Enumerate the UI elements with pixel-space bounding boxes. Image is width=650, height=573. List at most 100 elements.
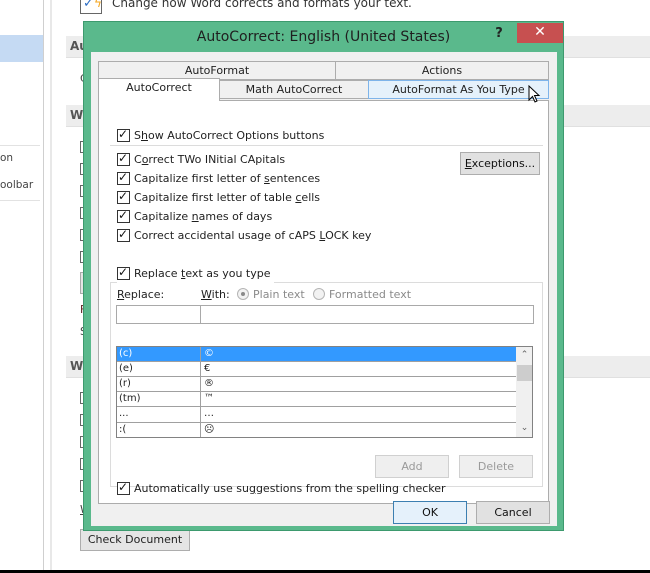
correct-two-initial-capitals-checkbox[interactable]: ✓ Correct TWo INitial CApitals: [117, 151, 286, 169]
check-icon: ✓: [118, 265, 129, 279]
caps-lock-checkbox[interactable]: ✓ Correct accidental usage of cAPS LOCK k…: [117, 227, 372, 245]
label: E: [464, 157, 472, 170]
radio-dot: [241, 292, 245, 296]
capitalize-table-cells-checkbox[interactable]: ✓ Capitalize first letter of table cells: [117, 189, 321, 207]
checkbox[interactable]: ✓: [117, 208, 130, 223]
column-divider: [200, 362, 201, 377]
spelling-suggestions-checkbox[interactable]: ✓ Automatically use suggestions from the …: [117, 480, 446, 498]
checkbox[interactable]: ✓: [117, 127, 130, 142]
sidebar-item-selected[interactable]: [0, 35, 43, 62]
scroll-up-icon[interactable]: ⌃: [516, 348, 532, 363]
mouse-cursor-icon: [528, 85, 541, 103]
help-button[interactable]: ?: [489, 25, 509, 45]
tab-actions[interactable]: Actions: [335, 61, 549, 80]
delete-button[interactable]: Delete: [459, 455, 533, 478]
entry-replace: (tm): [119, 393, 141, 404]
list-item[interactable]: (tm) ™: [117, 392, 516, 407]
checkbox[interactable]: ✓: [117, 227, 130, 242]
check-icon: ✓: [118, 227, 129, 241]
label: ow AutoCorrect Options buttons: [147, 129, 325, 142]
dialog-body: AutoFormat Actions AutoCorrect Math Auto…: [91, 52, 557, 526]
label: ith:: [211, 288, 230, 301]
checkbox[interactable]: ✓: [117, 170, 130, 185]
label: Plain text: [253, 288, 305, 301]
tab-autocorrect[interactable]: AutoCorrect: [98, 78, 220, 101]
label: Automatically use su: [134, 482, 249, 495]
column-divider: [200, 407, 201, 422]
entry-replace: (c): [119, 348, 133, 359]
formatted-text-radio[interactable]: Formatted text: [313, 288, 411, 301]
tab-autoformat-as-you-type[interactable]: AutoFormat As You Type: [368, 80, 549, 99]
label: C: [134, 153, 142, 166]
label: S: [134, 129, 141, 142]
check-document-button[interactable]: Check Document: [80, 529, 190, 551]
radio-button[interactable]: [237, 288, 249, 300]
with-label: With:: [201, 288, 230, 301]
list-item[interactable]: :(☹: [117, 423, 516, 437]
label: entences: [269, 172, 321, 185]
options-sidebar: on oolbar: [0, 0, 44, 570]
tab-label: Math AutoCorrect: [245, 83, 343, 96]
exceptions-button[interactable]: Exceptions...: [460, 152, 540, 175]
label: gestions from the spelling checker: [255, 482, 446, 495]
tab-label: AutoFormat As You Type: [392, 83, 525, 96]
label: OCK key: [325, 229, 372, 242]
autocorrect-dialog: AutoCorrect: English (United States) ? ✕…: [83, 21, 564, 531]
list-item[interactable]: ... …: [117, 407, 516, 423]
plain-text-radio[interactable]: Plain text: [237, 288, 305, 301]
check-icon: ✓: [118, 170, 129, 184]
checkbox[interactable]: ✓: [117, 189, 130, 204]
column-divider: [200, 347, 201, 362]
with-input[interactable]: [200, 305, 534, 324]
capitalize-sentences-checkbox[interactable]: ✓ Capitalize first letter of sentences: [117, 170, 321, 188]
capitalize-days-checkbox[interactable]: ✓ Capitalize names of days: [117, 208, 273, 226]
list-item[interactable]: (e) €: [117, 362, 516, 377]
label: Correct accidental usage of cAPS: [134, 229, 320, 242]
check-icon: ✓: [118, 480, 129, 494]
autocorrect-entries-list[interactable]: (c) © (e) € (r) ® (tm) ™ ... … :(☹ ⌃ ⌄: [116, 346, 533, 438]
show-autocorrect-options-checkbox[interactable]: ✓ Show AutoCorrect Options buttons: [117, 127, 325, 145]
label: ames of days: [198, 210, 273, 223]
scroll-down-icon[interactable]: ⌄: [516, 421, 532, 436]
close-button[interactable]: ✕: [517, 23, 563, 43]
entry-replace: (e): [119, 363, 133, 374]
section-description: Change how Word corrects and formats you…: [112, 0, 412, 10]
entry-replace: :(: [119, 424, 127, 435]
label: xceptions...: [471, 157, 536, 170]
replace-input[interactable]: [116, 305, 201, 324]
list-item[interactable]: (c) ©: [117, 347, 516, 362]
list-item[interactable]: (r) ®: [117, 377, 516, 392]
entry-with: €: [204, 363, 211, 374]
separator: [110, 145, 543, 146]
add-button[interactable]: Add: [375, 455, 449, 478]
checkbox[interactable]: ✓: [117, 480, 130, 495]
sidebar-item-ribbon[interactable]: on: [0, 152, 13, 164]
entry-with: ®: [204, 378, 214, 389]
close-icon: ✕: [534, 24, 546, 40]
checkbox[interactable]: ✓: [117, 265, 130, 280]
sidebar-divider: [0, 200, 40, 201]
radio-button[interactable]: [313, 288, 325, 300]
label: g: [248, 482, 256, 495]
column-divider: [200, 377, 201, 392]
sidebar-item-toolbar[interactable]: oolbar: [0, 179, 33, 191]
label: Capitalize: [134, 210, 192, 223]
ok-button[interactable]: OK: [393, 501, 467, 524]
check-icon: ✓: [118, 127, 129, 141]
replace-text-as-you-type-checkbox[interactable]: ✓ Replace text as you type: [117, 265, 274, 283]
label: h: [140, 129, 148, 142]
autocorrect-icon: ✓ ϟ: [80, 0, 102, 14]
entry-replace: (r): [119, 378, 131, 389]
entry-replace: ...: [119, 408, 129, 419]
cancel-button[interactable]: Cancel: [476, 501, 550, 524]
entry-with: ©: [204, 348, 214, 359]
entry-with: …: [204, 408, 214, 419]
label: ells: [301, 191, 321, 204]
tab-math-autocorrect[interactable]: Math AutoCorrect: [219, 80, 369, 99]
list-scrollbar[interactable]: ⌃ ⌄: [516, 347, 532, 437]
checkbox[interactable]: ✓: [117, 151, 130, 166]
label: rrect TWo INitial CApitals: [148, 153, 286, 166]
scroll-thumb[interactable]: [517, 365, 532, 381]
dialog-titlebar[interactable]: AutoCorrect: English (United States) ? ✕: [84, 22, 563, 52]
sidebar-divider: [0, 145, 40, 146]
